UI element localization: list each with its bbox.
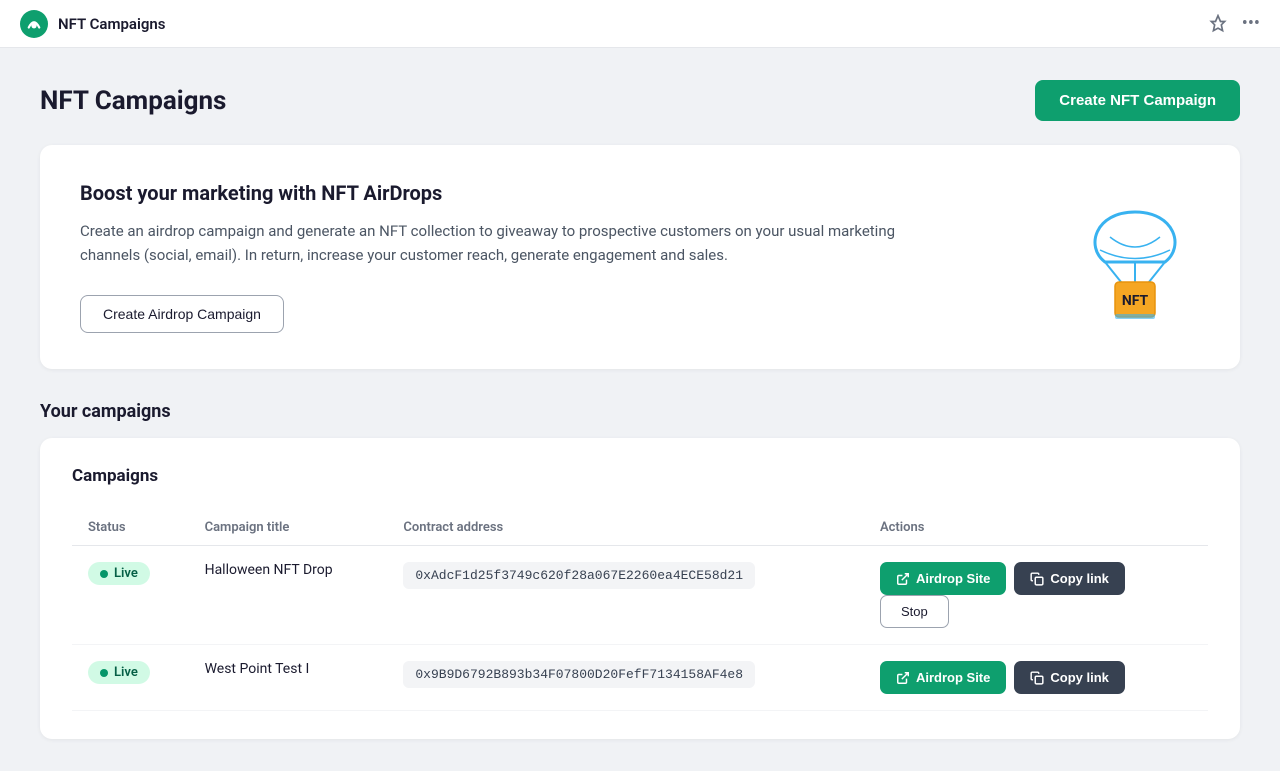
status-dot [100,570,108,578]
contract-address-cell: 0xAdcF1d25f3749c620f28a067E2260ea4ECE58d… [387,546,864,645]
status-cell: Live [72,645,189,711]
status-dot [100,669,108,677]
svg-text:NFT: NFT [1122,293,1149,309]
status-cell: Live [72,546,189,645]
external-link-icon [896,671,910,685]
create-airdrop-campaign-button[interactable]: Create Airdrop Campaign [80,295,284,333]
actions-cell: Airdrop Site Copy link [864,546,1208,645]
main-content: NFT Campaigns Create NFT Campaign Boost … [0,48,1280,771]
col-contract: Contract address [387,510,864,546]
col-status: Status [72,510,189,546]
table-row: Live Halloween NFT Drop 0xAdcF1d25f3749c… [72,546,1208,645]
table-header-row: Status Campaign title Contract address A… [72,510,1208,546]
airdrop-site-label: Airdrop Site [916,670,990,685]
actions-row-top: Airdrop Site Copy link [880,562,1192,595]
contract-address: 0x9B9D6792B893b34F07800D20FefF7134158AF4… [403,661,755,688]
pin-icon[interactable] [1208,14,1228,34]
actions-row-top: Airdrop Site Copy link [880,661,1192,694]
promo-content: Boost your marketing with NFT AirDrops C… [80,181,940,333]
copy-link-label: Copy link [1050,670,1109,685]
campaign-title-cell: Halloween NFT Drop [189,546,388,645]
page-header: NFT Campaigns Create NFT Campaign [40,80,1240,121]
topbar: NFT Campaigns ••• [0,0,1280,48]
topbar-title: NFT Campaigns [58,15,166,33]
campaigns-card: Campaigns Status Campaign title Contract… [40,438,1240,739]
contract-address-cell: 0x9B9D6792B893b34F07800D20FefF7134158AF4… [387,645,864,711]
status-badge: Live [88,661,150,684]
section-label: Your campaigns [40,401,1240,422]
campaign-title-cell: West Point Test I [189,645,388,711]
promo-card: Boost your marketing with NFT AirDrops C… [40,145,1240,369]
copy-link-label: Copy link [1050,571,1109,586]
copy-icon [1030,671,1044,685]
page-title: NFT Campaigns [40,86,226,116]
topbar-actions: ••• [1208,13,1260,34]
contract-address: 0xAdcF1d25f3749c620f28a067E2260ea4ECE58d… [403,562,755,589]
promo-description: Create an airdrop campaign and generate … [80,219,940,267]
campaigns-section: Your campaigns Campaigns Status Campaign… [40,401,1240,739]
dots-icon[interactable]: ••• [1242,13,1260,34]
table-row: Live West Point Test I 0x9B9D6792B893b34… [72,645,1208,711]
status-badge: Live [88,562,150,585]
campaigns-table: Status Campaign title Contract address A… [72,510,1208,711]
promo-title: Boost your marketing with NFT AirDrops [80,181,940,205]
external-link-icon [896,572,910,586]
airdrop-site-label: Airdrop Site [916,571,990,586]
actions-cell: Airdrop Site Copy link [864,645,1208,711]
campaigns-heading: Campaigns [72,466,1208,486]
stop-button[interactable]: Stop [880,595,949,628]
copy-link-button[interactable]: Copy link [1014,661,1125,694]
nft-illustration: NFT [1070,192,1200,322]
actions-row-bottom: Stop [880,595,1192,628]
col-title: Campaign title [189,510,388,546]
app-logo-icon [20,10,48,38]
airdrop-site-button[interactable]: Airdrop Site [880,562,1006,595]
col-actions: Actions [864,510,1208,546]
airdrop-site-button[interactable]: Airdrop Site [880,661,1006,694]
status-text: Live [114,566,138,581]
topbar-left: NFT Campaigns [20,10,166,38]
copy-icon [1030,572,1044,586]
status-text: Live [114,665,138,680]
copy-link-button[interactable]: Copy link [1014,562,1125,595]
create-nft-campaign-button[interactable]: Create NFT Campaign [1035,80,1240,121]
